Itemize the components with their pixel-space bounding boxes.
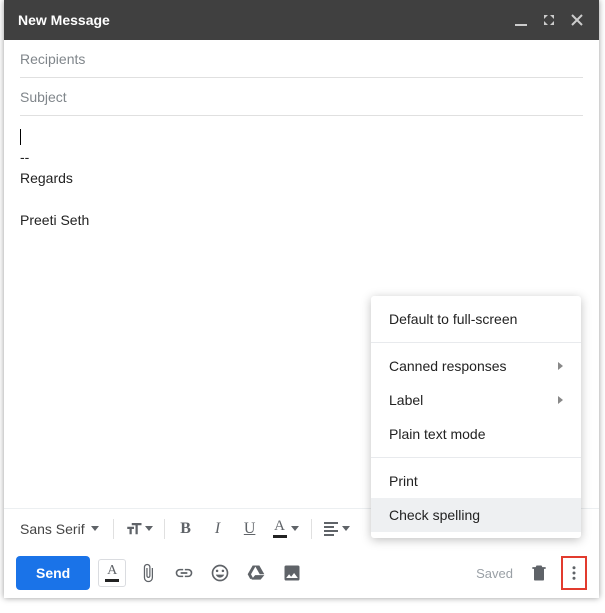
fullscreen-icon[interactable]: [537, 8, 561, 32]
send-toolbar: Send A Saved: [4, 548, 599, 598]
recipients-field[interactable]: Recipients: [20, 40, 583, 78]
insert-photo-button[interactable]: [278, 559, 306, 587]
align-button[interactable]: [320, 516, 354, 542]
header-fields: Recipients Subject: [4, 40, 599, 116]
chevron-down-icon: [91, 526, 99, 531]
chevron-right-icon: [558, 362, 563, 370]
menu-print[interactable]: Print: [371, 464, 581, 498]
menu-check-spelling[interactable]: Check spelling: [371, 498, 581, 532]
insert-link-button[interactable]: [170, 559, 198, 587]
titlebar: New Message: [4, 0, 599, 40]
text-caret: [20, 129, 21, 145]
menu-plain-text[interactable]: Plain text mode: [371, 417, 581, 451]
font-size-button[interactable]: [122, 516, 156, 542]
insert-drive-button[interactable]: [242, 559, 270, 587]
chevron-down-icon: [291, 526, 299, 531]
recipients-placeholder: Recipients: [20, 51, 85, 67]
close-icon[interactable]: [565, 8, 589, 32]
underline-button[interactable]: U: [237, 516, 263, 542]
compose-window: New Message Recipients Subject -- Regard…: [4, 0, 599, 598]
signature-regards: Regards: [20, 170, 73, 186]
more-options-button[interactable]: [564, 559, 584, 587]
menu-divider: [371, 457, 581, 458]
send-button[interactable]: Send: [16, 556, 90, 590]
formatting-options-button[interactable]: A: [98, 559, 126, 587]
more-options-menu: Default to full-screen Canned responses …: [371, 296, 581, 538]
menu-default-fullscreen[interactable]: Default to full-screen: [371, 302, 581, 336]
signature-divider: --: [20, 149, 29, 165]
divider: [311, 519, 312, 539]
chevron-down-icon: [145, 526, 153, 531]
minimize-icon[interactable]: [509, 8, 533, 32]
font-family-label: Sans Serif: [20, 521, 85, 537]
chevron-down-icon: [342, 526, 350, 531]
menu-divider: [371, 342, 581, 343]
chevron-right-icon: [558, 396, 563, 404]
discard-draft-button[interactable]: [525, 559, 553, 587]
italic-button[interactable]: I: [205, 516, 231, 542]
saved-label: Saved: [476, 566, 513, 581]
insert-emoji-button[interactable]: [206, 559, 234, 587]
subject-placeholder: Subject: [20, 89, 67, 105]
divider: [164, 519, 165, 539]
align-left-icon: [324, 522, 338, 536]
subject-field[interactable]: Subject: [20, 78, 583, 116]
divider: [113, 519, 114, 539]
menu-label[interactable]: Label: [371, 383, 581, 417]
font-family-select[interactable]: Sans Serif: [14, 517, 105, 541]
text-color-button[interactable]: A: [269, 516, 303, 542]
bold-button[interactable]: B: [173, 516, 199, 542]
attach-file-button[interactable]: [134, 559, 162, 587]
more-options-highlight: [561, 556, 587, 590]
signature-name: Preeti Seth: [20, 212, 89, 228]
window-title: New Message: [18, 12, 110, 28]
menu-canned-responses[interactable]: Canned responses: [371, 349, 581, 383]
